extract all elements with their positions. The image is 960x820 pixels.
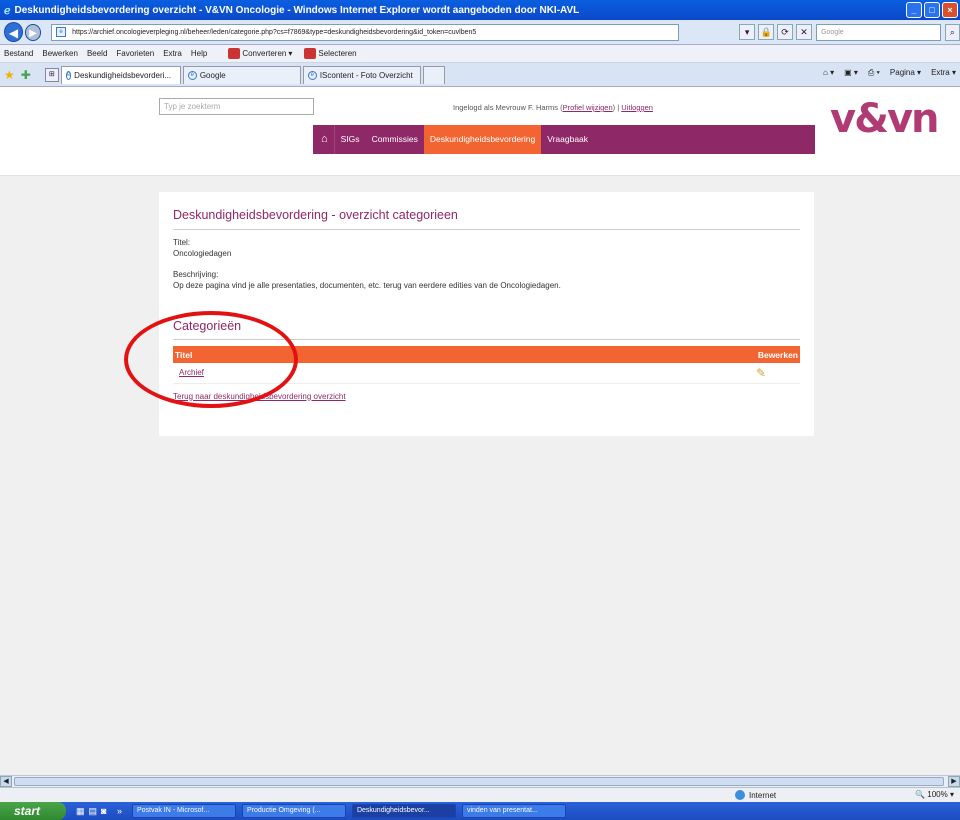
minimize-button[interactable]: _ bbox=[906, 2, 922, 18]
zoom-control[interactable]: 🔍 100% ▾ bbox=[915, 790, 954, 799]
address-url: https://archief.oncologieverpleging.nl/b… bbox=[72, 28, 477, 36]
tab-iscontent[interactable]: e IScontent - Foto Overzicht bbox=[302, 65, 421, 84]
menu-item-beeld[interactable]: Beeld bbox=[87, 49, 107, 58]
print-icon[interactable]: ⎙ ▾ bbox=[868, 68, 880, 78]
zone-label: Internet bbox=[749, 790, 777, 800]
back-button[interactable]: ◀ bbox=[4, 22, 23, 42]
site-header: Typ je zoekterm Ingelogd als Mevrouw F. … bbox=[0, 88, 960, 176]
nav-item-sigs[interactable]: SIGs bbox=[335, 125, 366, 154]
command-bar: ⌂ ▾ ▣ ▾ ⎙ ▾ Pagina ▾ Extra ▾ bbox=[823, 68, 956, 78]
site-search-input[interactable]: Typ je zoekterm bbox=[159, 98, 314, 115]
page-title: Deskundigheidsbevordering - overzicht ca… bbox=[173, 208, 800, 230]
refresh-icon[interactable]: ⟳ bbox=[777, 24, 794, 40]
start-button[interactable]: start bbox=[0, 802, 66, 820]
favorites-star-icon[interactable]: ★ bbox=[4, 68, 15, 82]
menu-item-help[interactable]: Help bbox=[191, 49, 207, 58]
tab-label: Deskundigheidsbevorderi... bbox=[74, 70, 172, 80]
nav-item-vraagbaak[interactable]: Vraagbaak bbox=[541, 125, 594, 154]
address-input[interactable]: e https://archief.oncologieverpleging.nl… bbox=[51, 23, 680, 41]
forward-button[interactable]: ▶ bbox=[24, 23, 42, 41]
menu-item-bestand[interactable]: Bestand bbox=[4, 49, 33, 58]
feeds-icon[interactable]: ▣ ▾ bbox=[844, 68, 858, 78]
tab-deskundigheidsbevordering[interactable]: e Deskundigheidsbevorderi... ✕ bbox=[60, 65, 181, 84]
extra-menu[interactable]: Extra ▾ bbox=[931, 68, 956, 78]
edit-pencil-icon[interactable]: ✎ bbox=[756, 366, 766, 380]
window-controls: _ □ × bbox=[906, 2, 958, 18]
convert-button[interactable]: Converteren ▾ bbox=[228, 48, 292, 59]
tab-label: IScontent - Foto Overzicht bbox=[319, 70, 413, 80]
search-icon[interactable]: ⌕ bbox=[944, 23, 960, 41]
title-label: Titel: bbox=[173, 238, 191, 247]
lock-icon[interactable]: 🔒 bbox=[758, 24, 775, 40]
address-tools: ▾ 🔒 ⟳ ✕ bbox=[739, 24, 813, 40]
ie-tab-icon: e bbox=[65, 70, 72, 80]
select-label: Selecteren bbox=[318, 49, 357, 58]
convert-label: Converteren bbox=[242, 49, 287, 58]
scroll-thumb[interactable] bbox=[14, 777, 944, 786]
task-word[interactable]: vinden van presentat... bbox=[461, 804, 566, 818]
menu-item-bewerken[interactable]: Bewerken bbox=[42, 49, 78, 58]
quick-tabs-icon[interactable]: ⊞ bbox=[44, 67, 59, 82]
main-nav: ⌂ SIGs Commissies Deskundigheidsbevorder… bbox=[313, 125, 815, 154]
logout-link[interactable]: Uitloggen bbox=[621, 103, 653, 112]
scroll-left-arrow-icon[interactable]: ◀ bbox=[0, 776, 12, 787]
tab-row: ★ ✚ ⊞ e Deskundigheidsbevorderi... ✕ e G… bbox=[0, 63, 960, 87]
ie-tab-icon: e bbox=[187, 70, 197, 80]
close-button[interactable]: × bbox=[942, 2, 958, 18]
task-ie[interactable]: Deskundigheidsbevor... bbox=[351, 804, 456, 818]
ie-icon: ℯ bbox=[4, 4, 11, 17]
home-icon[interactable]: ⌂ bbox=[313, 125, 335, 154]
menu-item-favorieten[interactable]: Favorieten bbox=[116, 49, 154, 58]
task-outlook[interactable]: Postvak IN - Microsof... bbox=[131, 804, 236, 818]
page-menu[interactable]: Pagina ▾ bbox=[890, 68, 921, 78]
horizontal-scrollbar[interactable]: ◀ ▶ bbox=[0, 775, 960, 787]
ie-tab-icon: e bbox=[307, 70, 317, 80]
tab-google[interactable]: e Google bbox=[182, 65, 301, 84]
scroll-right-arrow-icon[interactable]: ▶ bbox=[948, 776, 960, 787]
login-status: Ingelogd als Mevrouw F. Harms (Profiel w… bbox=[453, 103, 653, 112]
quick-launch-icons[interactable]: ▦▤◙ » bbox=[76, 806, 126, 817]
security-zone[interactable]: Internet bbox=[735, 790, 776, 800]
stop-icon[interactable]: ✕ bbox=[796, 24, 813, 40]
menu-bar: Bestand Bewerken Beeld Favorieten Extra … bbox=[0, 45, 960, 63]
description-value: Op deze pagina vind je alle presentaties… bbox=[173, 281, 561, 290]
browser-search-input[interactable]: Google bbox=[816, 23, 941, 41]
add-favorites-icon[interactable]: ✚ bbox=[21, 68, 31, 82]
new-tab-button[interactable] bbox=[422, 65, 445, 84]
description-label: Beschrijving: bbox=[173, 270, 219, 279]
page-icon: e bbox=[56, 26, 67, 37]
maximize-button[interactable]: □ bbox=[924, 2, 940, 18]
vvn-logo[interactable]: v&vn bbox=[830, 96, 940, 142]
select-button[interactable]: Selecteren bbox=[304, 48, 357, 59]
dropdown-icon[interactable]: ▾ bbox=[739, 24, 756, 40]
address-row: ◀ ▶ e https://archief.oncologieverplegin… bbox=[0, 20, 960, 45]
title-value: Oncologiedagen bbox=[173, 249, 232, 258]
close-tab-icon[interactable]: ✕ bbox=[179, 71, 180, 80]
column-header-edit: Bewerken bbox=[439, 346, 800, 363]
nav-item-deskundigheidsbevordering[interactable]: Deskundigheidsbevordering bbox=[423, 125, 542, 154]
nav-item-commissies[interactable]: Commissies bbox=[366, 125, 424, 154]
window-titlebar: ℯ Deskundigheidsbevordering overzicht - … bbox=[0, 0, 960, 20]
home-icon[interactable]: ⌂ ▾ bbox=[823, 68, 834, 78]
status-bar: Internet 🔍 100% ▾ bbox=[0, 787, 960, 802]
annotation-circle bbox=[124, 311, 298, 408]
taskbar: start ▦▤◙ » Postvak IN - Microsof... Pro… bbox=[0, 802, 960, 820]
profile-link[interactable]: Profiel wijzigen bbox=[563, 103, 613, 112]
tab-label: Google bbox=[199, 70, 226, 80]
window-title: Deskundigheidsbevordering overzicht - V&… bbox=[14, 4, 580, 16]
page-viewport: Typ je zoekterm Ingelogd als Mevrouw F. … bbox=[0, 88, 960, 775]
task-productie[interactable]: Productie Omgeving (... bbox=[241, 804, 346, 818]
menu-item-extra[interactable]: Extra bbox=[163, 49, 182, 58]
select-icon bbox=[304, 48, 317, 59]
globe-icon bbox=[735, 790, 745, 800]
pdf-convert-icon bbox=[228, 48, 241, 59]
